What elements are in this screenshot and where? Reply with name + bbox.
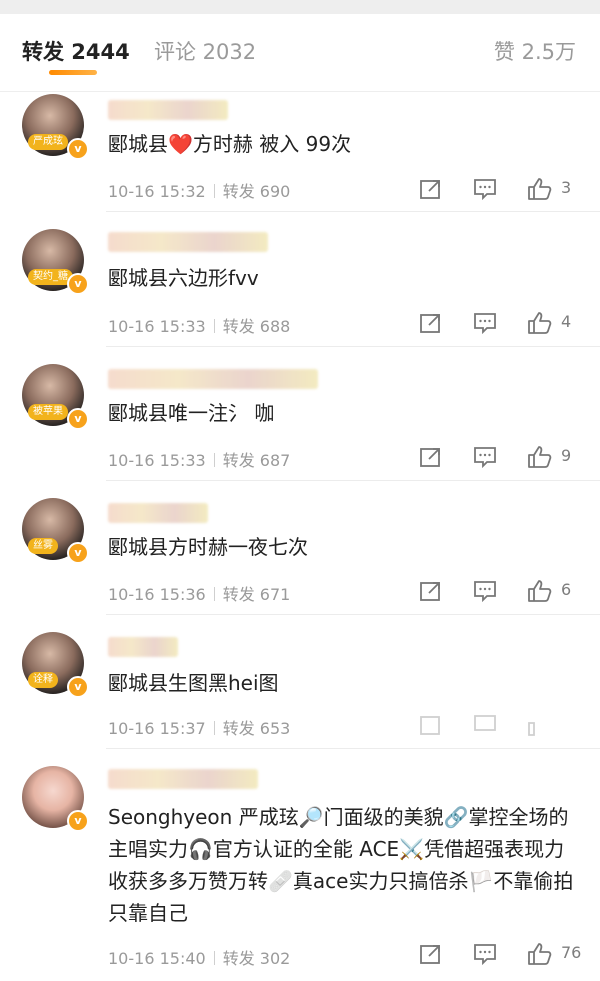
avatar[interactable]: v (22, 766, 89, 832)
avatar-badge: 被苹果 (28, 404, 68, 420)
like-count: 3 (561, 178, 572, 197)
comment-icon[interactable] (472, 712, 498, 738)
repost-item[interactable]: 被苹果 v 郾城县唯一注氵 咖 10-16 15:33 转发 687 9 (0, 347, 600, 481)
avatar-badge: 严成玹 (28, 134, 68, 150)
share-icon[interactable] (418, 578, 444, 604)
avatar[interactable]: 严成玹 v (22, 94, 89, 160)
thumbs-up-icon[interactable] (526, 310, 554, 336)
timestamp: 10-16 15:37 (108, 719, 206, 738)
repost-item[interactable]: 诠释 v 郾城县生图黑hei图 10-16 15:37 转发 653 (0, 615, 600, 749)
repost-count: 转发 302 (222, 949, 291, 968)
verified-v-icon: v (67, 542, 89, 564)
verified-v-icon: v (67, 138, 89, 160)
username-blurred[interactable] (108, 100, 228, 120)
tab-comments[interactable]: 评论 2032 (154, 36, 256, 66)
verified-v-icon: v (67, 810, 89, 832)
thumbs-up-icon[interactable] (526, 444, 554, 470)
username-blurred[interactable] (108, 769, 258, 789)
tab-likes[interactable]: 赞 2.5万 (494, 36, 576, 66)
meta-separator (213, 319, 215, 333)
comment-icon[interactable] (472, 578, 498, 604)
meta-separator (213, 453, 215, 467)
repost-item[interactable]: v Seonghyeon 严成玹🔎门面级的美貌🔗掌控全场的主唱实力🎧官方认证的全… (0, 749, 600, 981)
action-bar: 9 (418, 444, 578, 470)
comment-icon[interactable] (472, 444, 498, 470)
action-bar: 76 (418, 941, 582, 967)
share-icon[interactable] (418, 941, 444, 967)
avatar-badge: 丝雾 (28, 538, 58, 554)
repost-meta: 10-16 15:32 转发 690 (108, 178, 290, 202)
username-blurred[interactable] (108, 503, 208, 523)
repost-text: 郾城县方时赫一夜七次 (108, 535, 308, 559)
share-icon[interactable] (418, 176, 444, 202)
heart-icon: ❤️ (168, 132, 193, 156)
comment-icon[interactable] (472, 176, 498, 202)
username-blurred[interactable] (108, 369, 318, 389)
like-count: 6 (561, 580, 572, 599)
like-count: 4 (561, 312, 572, 331)
avatar[interactable]: 被苹果 v (22, 364, 89, 430)
repost-count: 转发 690 (222, 182, 291, 201)
share-icon[interactable] (418, 712, 444, 738)
repost-meta: 10-16 15:33 转发 688 (108, 313, 290, 337)
repost-text-part: 方时赫 被入 99次 (192, 132, 352, 156)
status-strip (0, 0, 600, 14)
active-tab-indicator (49, 70, 97, 75)
thumbs-up-icon[interactable] (526, 941, 554, 967)
thumbs-up-icon[interactable] (526, 176, 554, 202)
repost-meta: 10-16 15:36 转发 671 (108, 581, 290, 605)
username-blurred[interactable] (108, 232, 268, 252)
repost-meta: 10-16 15:37 转发 653 (108, 715, 290, 739)
timestamp: 10-16 15:33 (108, 317, 206, 336)
action-bar: 6 (418, 578, 578, 604)
avatar[interactable]: 契约_糖 v (22, 229, 89, 295)
repost-text: 郾城县❤️方时赫 被入 99次 (108, 128, 576, 160)
comment-icon[interactable] (472, 310, 498, 336)
thumbs-up-icon[interactable] (526, 578, 554, 604)
share-icon[interactable] (418, 310, 444, 336)
avatar-badge: 诠释 (28, 672, 58, 688)
timestamp: 10-16 15:32 (108, 182, 206, 201)
share-icon[interactable] (418, 444, 444, 470)
timestamp: 10-16 15:40 (108, 949, 206, 968)
repost-item[interactable]: 丝雾 v 郾城县方时赫一夜七次 10-16 15:36 转发 671 6 (0, 481, 600, 615)
avatar[interactable]: 诠释 v (22, 632, 89, 698)
username-blurred[interactable] (108, 637, 178, 657)
action-bar: 3 (418, 176, 578, 202)
repost-count: 转发 653 (222, 719, 291, 738)
repost-text: 郾城县生图黑hei图 (108, 671, 279, 695)
repost-count: 转发 671 (222, 585, 291, 604)
repost-text: Seonghyeon 严成玹🔎门面级的美貌🔗掌控全场的主唱实力🎧官方认证的全能 … (108, 805, 574, 925)
meta-separator (213, 184, 215, 198)
tab-reposts[interactable]: 转发 2444 (22, 36, 130, 66)
repost-item[interactable]: 严成玹 v 郾城县❤️方时赫 被入 99次 10-16 15:32 转发 690 … (0, 80, 600, 212)
verified-v-icon: v (67, 676, 89, 698)
avatar[interactable]: 丝雾 v (22, 498, 89, 564)
meta-separator (213, 587, 215, 601)
like-count: 76 (561, 943, 582, 962)
timestamp: 10-16 15:36 (108, 585, 206, 604)
repost-count: 转发 687 (222, 451, 291, 470)
repost-text-part: 郾城县 (108, 132, 168, 156)
timestamp: 10-16 15:33 (108, 451, 206, 470)
thumbs-up-icon[interactable] (526, 712, 554, 738)
repost-text: 郾城县六边形fvv (108, 266, 259, 290)
meta-separator (213, 951, 215, 965)
repost-text: 郾城县唯一注氵 咖 (108, 401, 275, 425)
repost-count: 转发 688 (222, 317, 291, 336)
action-bar: 4 (418, 310, 578, 336)
comment-icon[interactable] (472, 941, 498, 967)
repost-meta: 10-16 15:33 转发 687 (108, 447, 290, 471)
like-count: 9 (561, 446, 572, 465)
verified-v-icon: v (67, 408, 89, 430)
tab-bar: 转发 2444 评论 2032 赞 2.5万 (0, 14, 600, 92)
action-bar (418, 712, 578, 738)
verified-v-icon: v (67, 273, 89, 295)
repost-item[interactable]: 契约_糖 v 郾城县六边形fvv 10-16 15:33 转发 688 4 (0, 212, 600, 347)
meta-separator (213, 721, 215, 735)
repost-meta: 10-16 15:40 转发 302 (108, 945, 290, 969)
